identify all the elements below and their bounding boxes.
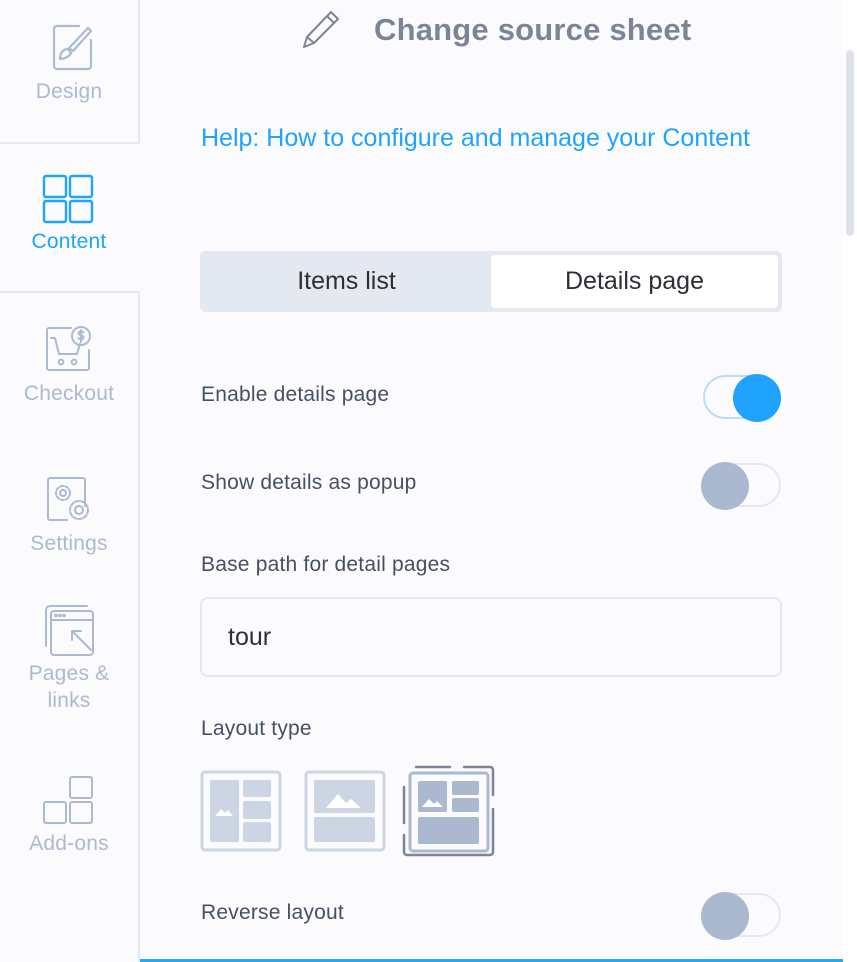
- cart-dollar-icon: [41, 322, 97, 378]
- layout-option-image-left[interactable]: [200, 770, 282, 857]
- sidebar-item-label: Settings: [30, 532, 108, 555]
- tab-items-list[interactable]: Items list: [204, 255, 489, 308]
- toggle-knob: [733, 374, 781, 422]
- layout-option-image-top[interactable]: [304, 770, 386, 857]
- help-link[interactable]: Help: How to configure and manage your C…: [201, 120, 761, 156]
- base-path-input[interactable]: [200, 597, 782, 677]
- scrollbar-thumb[interactable]: [846, 50, 854, 236]
- toggle-knob: [701, 892, 749, 940]
- sidebar-item-label: Design: [35, 80, 103, 103]
- sidebar-item-label: Pages & links: [29, 660, 110, 714]
- base-path-label: Base path for detail pages: [201, 553, 451, 576]
- grid-icon: [41, 170, 97, 226]
- layout-option-grid-selected[interactable]: [402, 765, 496, 864]
- nav-separator: [0, 291, 140, 293]
- reverse-layout-label: Reverse layout: [201, 901, 344, 924]
- page-title: Change source sheet: [374, 12, 692, 47]
- sidebar-item-label: Add-ons: [29, 832, 109, 855]
- sidebar-item-label: Checkout: [23, 382, 115, 405]
- paintbrush-icon: [41, 20, 97, 76]
- browser-link-icon: [41, 602, 97, 658]
- sidebar-item-settings[interactable]: Settings: [0, 472, 138, 557]
- enable-details-toggle[interactable]: [701, 373, 781, 422]
- sidebar-item-pages-links[interactable]: Pages & links: [0, 602, 138, 714]
- sidebar-item-checkout[interactable]: Checkout: [0, 322, 138, 407]
- enable-details-label: Enable details page: [201, 383, 390, 406]
- label-line: Pages &: [28, 662, 110, 685]
- show-popup-label: Show details as popup: [201, 471, 417, 494]
- nav-separator: [0, 142, 140, 144]
- sidebar-item-content[interactable]: Content: [0, 170, 138, 255]
- tab-details-page[interactable]: Details page: [491, 255, 778, 308]
- toggle-knob: [701, 462, 749, 510]
- show-popup-toggle[interactable]: [701, 461, 781, 510]
- label-line: links: [47, 689, 91, 712]
- view-tabs: Items list Details page: [200, 251, 782, 312]
- gears-icon: [41, 472, 97, 528]
- sidebar-item-design[interactable]: Design: [0, 20, 138, 105]
- sidebar-item-addons[interactable]: Add-ons: [0, 772, 138, 857]
- change-source-sheet-button[interactable]: Change source sheet: [300, 8, 691, 52]
- reverse-layout-toggle[interactable]: [701, 891, 781, 940]
- sidebar-nav: Design Content Checkout Settings Pages &…: [0, 0, 140, 962]
- sidebar-item-label: Content: [31, 230, 107, 253]
- pencil-icon: [300, 8, 344, 52]
- layout-type-label: Layout type: [201, 717, 312, 740]
- addons-blocks-icon: [41, 772, 97, 828]
